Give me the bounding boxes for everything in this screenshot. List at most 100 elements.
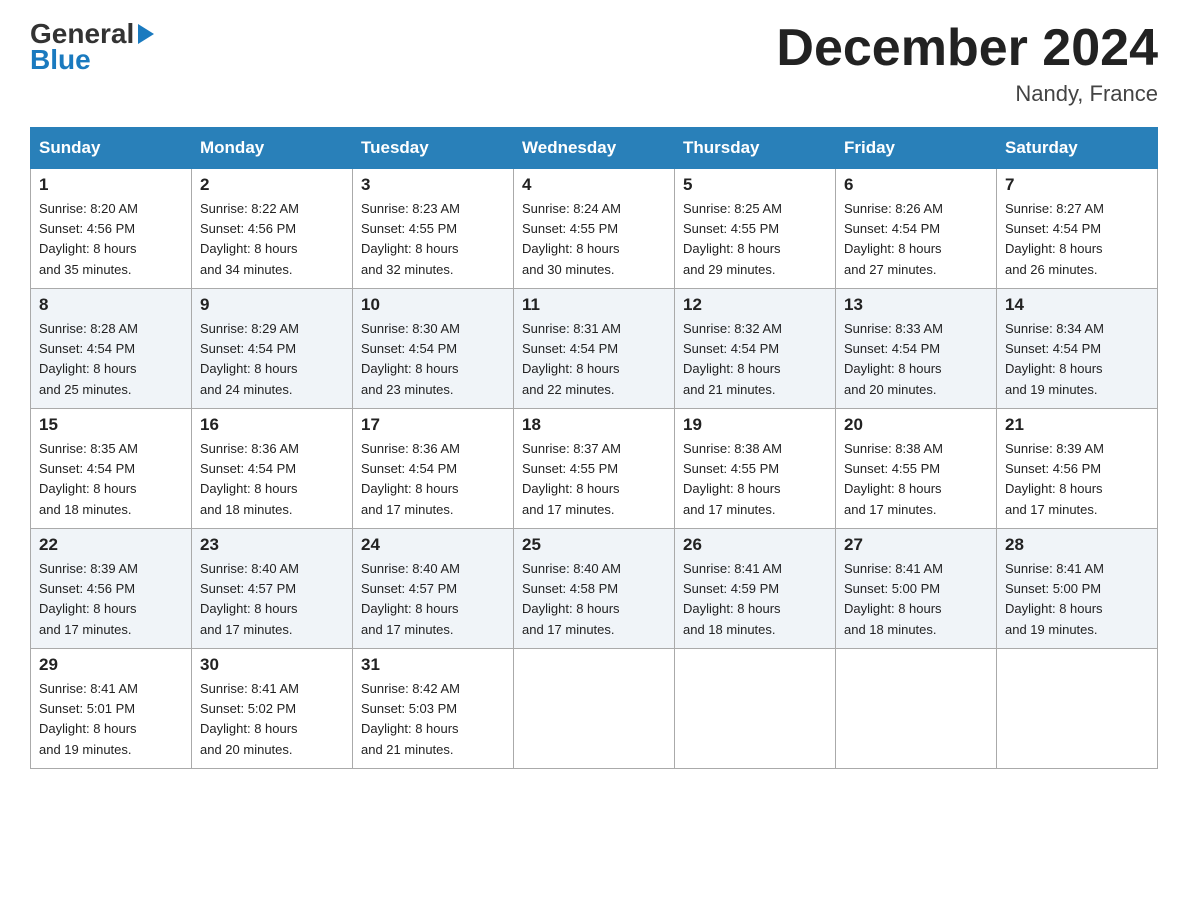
day-number: 15 xyxy=(39,415,183,435)
calendar-cell: 1 Sunrise: 8:20 AMSunset: 4:56 PMDaylight… xyxy=(31,169,192,289)
day-number: 20 xyxy=(844,415,988,435)
calendar-cell: 17Sunrise: 8:36 AMSunset: 4:54 PMDayligh… xyxy=(353,409,514,529)
col-header-wednesday: Wednesday xyxy=(514,128,675,169)
day-info: Sunrise: 8:30 AMSunset: 4:54 PMDaylight:… xyxy=(361,319,505,400)
day-info: Sunrise: 8:38 AMSunset: 4:55 PMDaylight:… xyxy=(683,439,827,520)
calendar-cell: 19 Sunrise: 8:38 AMSunset: 4:55 PMDayligh… xyxy=(675,409,836,529)
calendar-cell: 13 Sunrise: 8:33 AMSunset: 4:54 PMDayligh… xyxy=(836,289,997,409)
calendar-cell: 20 Sunrise: 8:38 AMSunset: 4:55 PMDayligh… xyxy=(836,409,997,529)
calendar-cell: 15 Sunrise: 8:35 AMSunset: 4:54 PMDayligh… xyxy=(31,409,192,529)
day-info: Sunrise: 8:41 AMSunset: 5:00 PMDaylight:… xyxy=(844,559,988,640)
day-number: 13 xyxy=(844,295,988,315)
day-number: 22 xyxy=(39,535,183,555)
logo-blue-text: Blue xyxy=(30,46,91,74)
day-info: Sunrise: 8:37 AMSunset: 4:55 PMDaylight:… xyxy=(522,439,666,520)
calendar-cell: 9Sunrise: 8:29 AMSunset: 4:54 PMDaylight… xyxy=(192,289,353,409)
col-header-tuesday: Tuesday xyxy=(353,128,514,169)
calendar-cell: 10 Sunrise: 8:30 AMSunset: 4:54 PMDayligh… xyxy=(353,289,514,409)
calendar-cell: 4 Sunrise: 8:24 AMSunset: 4:55 PMDaylight… xyxy=(514,169,675,289)
calendar-week-row: 15 Sunrise: 8:35 AMSunset: 4:54 PMDayligh… xyxy=(31,409,1158,529)
calendar-cell: 18 Sunrise: 8:37 AMSunset: 4:55 PMDayligh… xyxy=(514,409,675,529)
day-info: Sunrise: 8:24 AMSunset: 4:55 PMDaylight:… xyxy=(522,199,666,280)
logo-arrow-icon xyxy=(138,24,154,44)
calendar-header-row: SundayMondayTuesdayWednesdayThursdayFrid… xyxy=(31,128,1158,169)
calendar-cell: 24 Sunrise: 8:40 AMSunset: 4:57 PMDayligh… xyxy=(353,529,514,649)
logo: General Blue xyxy=(30,20,154,74)
day-info: Sunrise: 8:35 AMSunset: 4:54 PMDaylight:… xyxy=(39,439,183,520)
col-header-friday: Friday xyxy=(836,128,997,169)
day-info: Sunrise: 8:27 AMSunset: 4:54 PMDaylight:… xyxy=(1005,199,1149,280)
day-info: Sunrise: 8:36 AMSunset: 4:54 PMDaylight:… xyxy=(200,439,344,520)
day-number: 27 xyxy=(844,535,988,555)
day-number: 10 xyxy=(361,295,505,315)
day-info: Sunrise: 8:33 AMSunset: 4:54 PMDaylight:… xyxy=(844,319,988,400)
day-info: Sunrise: 8:41 AMSunset: 5:01 PMDaylight:… xyxy=(39,679,183,760)
calendar-cell: 31 Sunrise: 8:42 AMSunset: 5:03 PMDayligh… xyxy=(353,649,514,769)
day-number: 18 xyxy=(522,415,666,435)
calendar-cell: 28Sunrise: 8:41 AMSunset: 5:00 PMDayligh… xyxy=(997,529,1158,649)
day-info: Sunrise: 8:39 AMSunset: 4:56 PMDaylight:… xyxy=(1005,439,1149,520)
calendar-cell xyxy=(836,649,997,769)
page-header: General Blue December 2024 Nandy, France xyxy=(30,20,1158,107)
day-info: Sunrise: 8:41 AMSunset: 5:02 PMDaylight:… xyxy=(200,679,344,760)
calendar-cell xyxy=(675,649,836,769)
day-number: 9 xyxy=(200,295,344,315)
calendar-cell: 21Sunrise: 8:39 AMSunset: 4:56 PMDayligh… xyxy=(997,409,1158,529)
day-info: Sunrise: 8:40 AMSunset: 4:57 PMDaylight:… xyxy=(200,559,344,640)
day-info: Sunrise: 8:34 AMSunset: 4:54 PMDaylight:… xyxy=(1005,319,1149,400)
col-header-saturday: Saturday xyxy=(997,128,1158,169)
calendar-cell: 7 Sunrise: 8:27 AMSunset: 4:54 PMDaylight… xyxy=(997,169,1158,289)
day-number: 17 xyxy=(361,415,505,435)
calendar-cell: 27 Sunrise: 8:41 AMSunset: 5:00 PMDayligh… xyxy=(836,529,997,649)
col-header-monday: Monday xyxy=(192,128,353,169)
day-info: Sunrise: 8:28 AMSunset: 4:54 PMDaylight:… xyxy=(39,319,183,400)
day-info: Sunrise: 8:32 AMSunset: 4:54 PMDaylight:… xyxy=(683,319,827,400)
day-info: Sunrise: 8:26 AMSunset: 4:54 PMDaylight:… xyxy=(844,199,988,280)
calendar-cell: 2 Sunrise: 8:22 AMSunset: 4:56 PMDaylight… xyxy=(192,169,353,289)
day-number: 2 xyxy=(200,175,344,195)
calendar-cell: 22 Sunrise: 8:39 AMSunset: 4:56 PMDayligh… xyxy=(31,529,192,649)
day-number: 28 xyxy=(1005,535,1149,555)
col-header-sunday: Sunday xyxy=(31,128,192,169)
day-number: 25 xyxy=(522,535,666,555)
calendar-cell: 12 Sunrise: 8:32 AMSunset: 4:54 PMDayligh… xyxy=(675,289,836,409)
day-number: 26 xyxy=(683,535,827,555)
calendar-cell: 29 Sunrise: 8:41 AMSunset: 5:01 PMDayligh… xyxy=(31,649,192,769)
month-title: December 2024 xyxy=(776,20,1158,77)
day-info: Sunrise: 8:22 AMSunset: 4:56 PMDaylight:… xyxy=(200,199,344,280)
day-number: 7 xyxy=(1005,175,1149,195)
day-info: Sunrise: 8:38 AMSunset: 4:55 PMDaylight:… xyxy=(844,439,988,520)
day-number: 1 xyxy=(39,175,183,195)
day-info: Sunrise: 8:40 AMSunset: 4:58 PMDaylight:… xyxy=(522,559,666,640)
day-number: 23 xyxy=(200,535,344,555)
col-header-thursday: Thursday xyxy=(675,128,836,169)
location-text: Nandy, France xyxy=(776,81,1158,107)
day-number: 8 xyxy=(39,295,183,315)
calendar-cell: 6 Sunrise: 8:26 AMSunset: 4:54 PMDaylight… xyxy=(836,169,997,289)
calendar-cell: 16Sunrise: 8:36 AMSunset: 4:54 PMDayligh… xyxy=(192,409,353,529)
day-number: 5 xyxy=(683,175,827,195)
day-info: Sunrise: 8:40 AMSunset: 4:57 PMDaylight:… xyxy=(361,559,505,640)
day-number: 3 xyxy=(361,175,505,195)
calendar-cell: 3 Sunrise: 8:23 AMSunset: 4:55 PMDaylight… xyxy=(353,169,514,289)
calendar-table: SundayMondayTuesdayWednesdayThursdayFrid… xyxy=(30,127,1158,769)
day-number: 31 xyxy=(361,655,505,675)
day-number: 14 xyxy=(1005,295,1149,315)
calendar-cell xyxy=(514,649,675,769)
day-number: 4 xyxy=(522,175,666,195)
day-info: Sunrise: 8:42 AMSunset: 5:03 PMDaylight:… xyxy=(361,679,505,760)
calendar-week-row: 1 Sunrise: 8:20 AMSunset: 4:56 PMDaylight… xyxy=(31,169,1158,289)
day-info: Sunrise: 8:39 AMSunset: 4:56 PMDaylight:… xyxy=(39,559,183,640)
day-info: Sunrise: 8:25 AMSunset: 4:55 PMDaylight:… xyxy=(683,199,827,280)
day-number: 6 xyxy=(844,175,988,195)
day-number: 29 xyxy=(39,655,183,675)
calendar-cell: 5 Sunrise: 8:25 AMSunset: 4:55 PMDaylight… xyxy=(675,169,836,289)
day-info: Sunrise: 8:20 AMSunset: 4:56 PMDaylight:… xyxy=(39,199,183,280)
calendar-cell: 30Sunrise: 8:41 AMSunset: 5:02 PMDayligh… xyxy=(192,649,353,769)
day-info: Sunrise: 8:23 AMSunset: 4:55 PMDaylight:… xyxy=(361,199,505,280)
calendar-cell: 14 Sunrise: 8:34 AMSunset: 4:54 PMDayligh… xyxy=(997,289,1158,409)
calendar-cell: 11Sunrise: 8:31 AMSunset: 4:54 PMDayligh… xyxy=(514,289,675,409)
day-number: 24 xyxy=(361,535,505,555)
day-number: 12 xyxy=(683,295,827,315)
day-number: 19 xyxy=(683,415,827,435)
